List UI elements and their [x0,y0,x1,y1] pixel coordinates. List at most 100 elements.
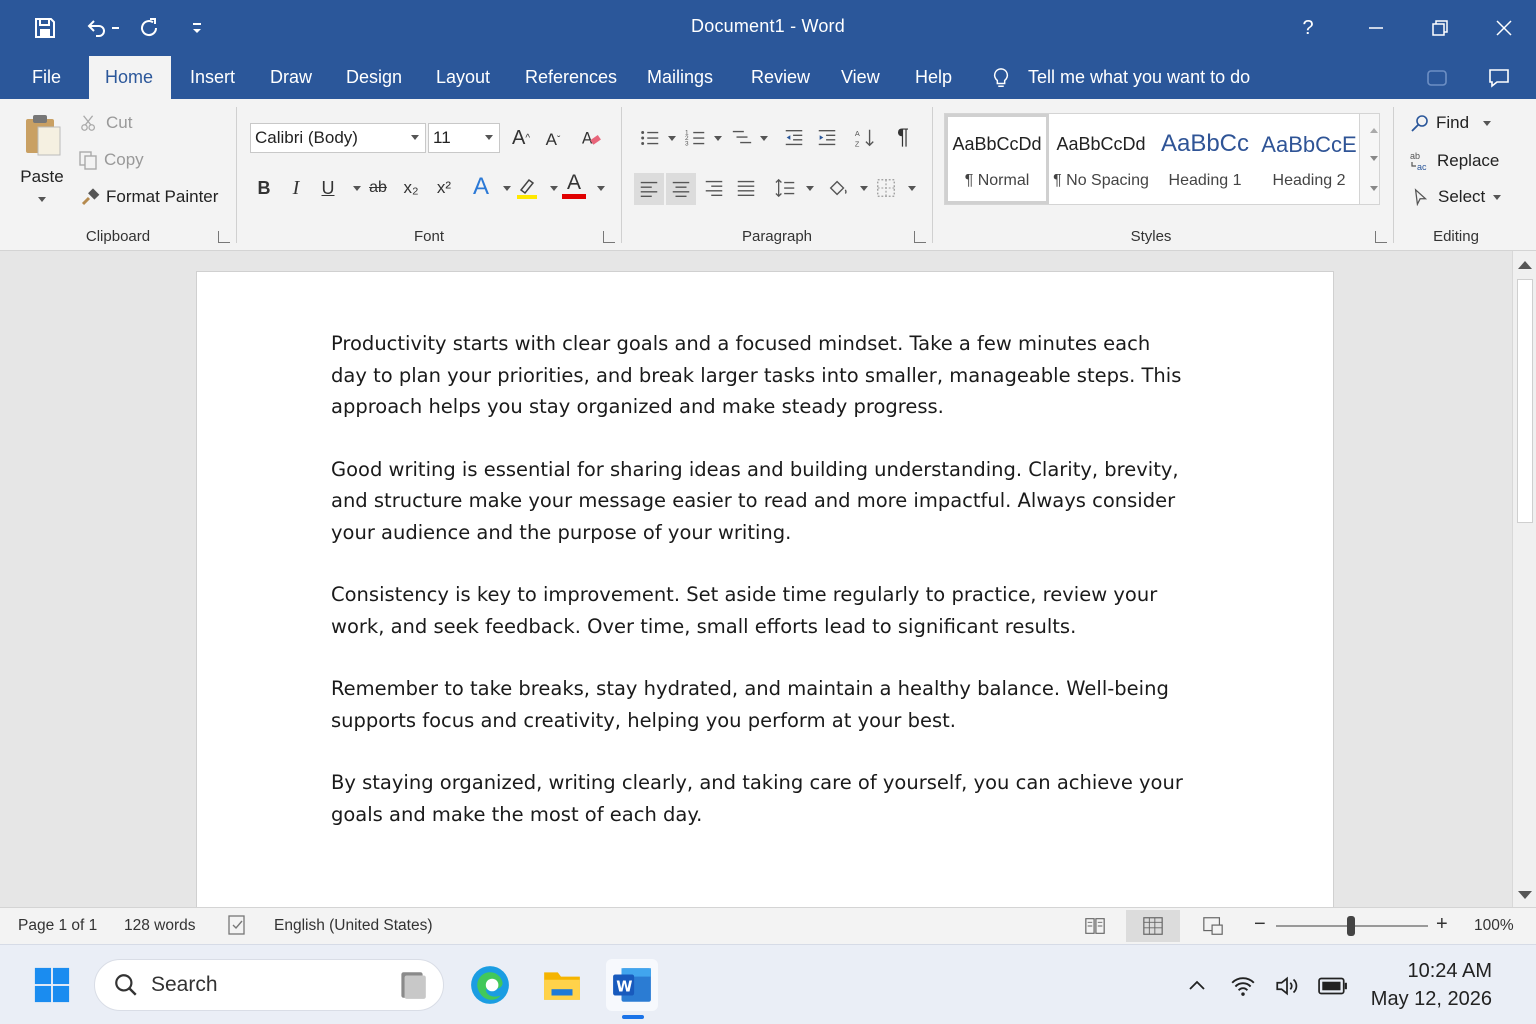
zoom-slider-thumb[interactable] [1347,916,1355,936]
increase-indent-button[interactable] [813,124,841,152]
word-taskbar-button[interactable]: W [606,959,658,1011]
language[interactable]: English (United States) [274,917,433,935]
chevron-down-icon[interactable] [908,186,916,191]
font-color-button[interactable]: A [560,172,588,200]
paragraph-launcher[interactable] [914,231,926,243]
tab-layout[interactable]: Layout [420,56,506,99]
copy-button[interactable]: Copy [78,150,144,170]
chevron-down-icon[interactable] [353,186,361,191]
help-button[interactable]: ? [1288,10,1328,46]
show-hidden-icons-button[interactable] [1180,969,1214,1003]
chevron-down-icon[interactable] [597,186,605,191]
scroll-down-icon[interactable] [1518,891,1532,899]
multilevel-list-button[interactable] [728,124,756,152]
undo-dropdown-button[interactable] [110,8,122,48]
decrease-indent-button[interactable] [780,124,808,152]
styles-launcher[interactable] [1375,231,1387,243]
print-layout-button[interactable] [1126,910,1180,942]
chevron-down-icon[interactable] [668,136,676,141]
strikethrough-button[interactable]: ab [364,174,392,202]
tab-view[interactable]: View [825,56,896,99]
clear-formatting-button[interactable]: A [577,124,605,152]
web-layout-button[interactable] [1186,910,1240,942]
proofing-button[interactable] [226,914,248,941]
share-button[interactable] [1422,64,1452,92]
borders-button[interactable] [872,174,900,202]
sort-button[interactable]: AZ [851,124,879,152]
show-formatting-button[interactable]: ¶ [889,123,917,151]
tab-references[interactable]: References [509,56,633,99]
edge-browser-button[interactable] [466,961,514,1009]
bullets-button[interactable] [636,124,664,152]
paste-button[interactable]: Paste [14,113,70,213]
wifi-button[interactable] [1226,969,1260,1003]
tab-file[interactable]: File [16,56,77,99]
paragraph[interactable]: Remember to take breaks, stay hydrated, … [331,673,1191,736]
shrink-font-button[interactable]: Aˇ [539,126,567,154]
chevron-down-icon[interactable] [860,186,868,191]
chevron-down-icon[interactable] [760,136,768,141]
style-normal[interactable]: AaBbCcDd ¶ Normal [945,114,1049,204]
start-button[interactable] [28,961,76,1009]
document-area[interactable]: Productivity starts with clear goals and… [0,251,1512,907]
tell-me-search[interactable]: Tell me what you want to do [990,56,1250,99]
customize-qat-button[interactable] [178,8,216,48]
clipboard-launcher[interactable] [218,231,230,243]
subscript-button[interactable]: x₂ [397,174,425,202]
restore-button[interactable] [1408,0,1472,56]
italic-button[interactable]: I [282,174,310,202]
shading-button[interactable] [824,174,852,202]
text-effects-button[interactable]: A [467,173,495,201]
document-body[interactable]: Productivity starts with clear goals and… [331,328,1191,861]
system-clock[interactable]: 10:24 AM May 12, 2026 [1371,957,1492,1013]
tab-insert[interactable]: Insert [174,56,251,99]
numbering-button[interactable]: 123 [682,124,710,152]
style-heading-1[interactable]: AaBbCc Heading 1 [1153,114,1257,204]
vertical-scrollbar[interactable] [1512,251,1536,907]
find-button[interactable]: Find [1410,113,1492,133]
paragraph[interactable]: By staying organized, writing clearly, a… [331,767,1191,830]
grow-font-button[interactable]: A ^ [507,124,535,152]
chevron-up-icon[interactable] [1370,128,1378,133]
chevron-down-icon[interactable] [1370,156,1378,161]
chevron-down-icon[interactable] [714,136,722,141]
style-heading-2[interactable]: AaBbCcE Heading 2 [1257,114,1361,204]
tab-mailings[interactable]: Mailings [631,56,729,99]
align-right-button[interactable] [700,174,728,202]
font-size-select[interactable]: 11 [428,123,500,153]
zoom-in-button[interactable]: + [1436,913,1448,936]
close-button[interactable] [1472,0,1536,56]
file-explorer-button[interactable] [538,961,586,1009]
paragraph[interactable]: Consistency is key to improvement. Set a… [331,579,1191,642]
paragraph[interactable]: Good writing is essential for sharing id… [331,454,1191,549]
align-center-button[interactable] [666,173,696,205]
document-page[interactable]: Productivity starts with clear goals and… [196,271,1334,907]
tab-review[interactable]: Review [735,56,826,99]
tab-draw[interactable]: Draw [254,56,328,99]
style-no-spacing[interactable]: AaBbCcDd ¶ No Spacing [1049,114,1153,204]
scrollbar-thumb[interactable] [1517,279,1533,523]
volume-button[interactable] [1270,969,1304,1003]
chevron-down-icon[interactable] [550,186,558,191]
paragraph[interactable]: Productivity starts with clear goals and… [331,328,1191,423]
superscript-button[interactable]: x² [430,174,458,202]
chevron-down-icon[interactable] [503,186,511,191]
cut-button[interactable]: Cut [80,113,132,133]
tab-home[interactable]: Home [89,56,171,99]
read-mode-button[interactable] [1068,910,1122,942]
redo-button[interactable] [130,8,168,48]
comments-button[interactable] [1484,64,1514,92]
scroll-up-icon[interactable] [1518,261,1532,269]
font-launcher[interactable] [603,231,615,243]
justify-button[interactable] [732,174,760,202]
styles-gallery-scroll[interactable] [1360,113,1380,205]
zoom-level[interactable]: 100% [1474,917,1514,935]
save-button[interactable] [26,8,64,48]
word-count[interactable]: 128 words [124,917,196,935]
underline-button[interactable]: U [314,174,342,202]
font-family-select[interactable]: Calibri (Body) [250,123,426,153]
format-painter-button[interactable]: Format Painter [80,187,218,207]
align-left-button[interactable] [634,173,664,205]
chevron-down-icon[interactable] [806,186,814,191]
minimize-button[interactable] [1344,0,1408,56]
